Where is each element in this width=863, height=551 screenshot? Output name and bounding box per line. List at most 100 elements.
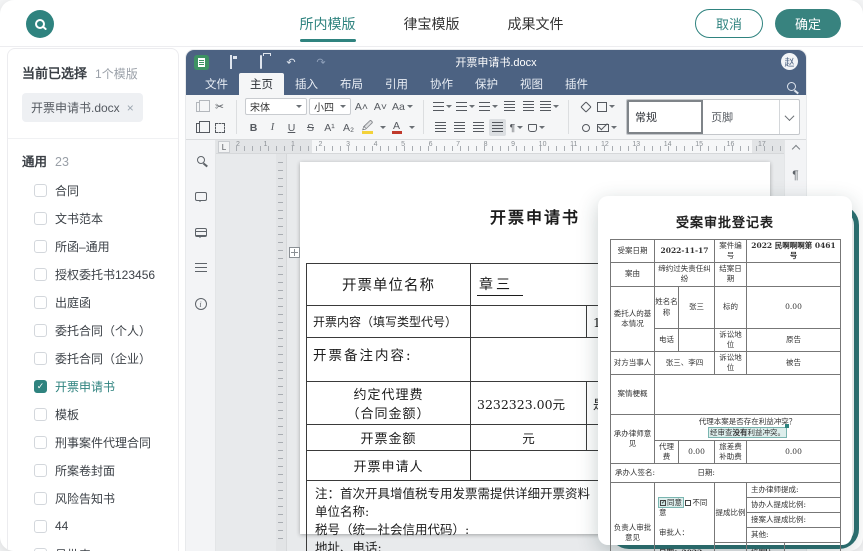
header-tab[interactable]: 所内模版	[298, 1, 358, 47]
checkbox[interactable]	[34, 436, 47, 449]
ribbon-menu-tab[interactable]: 保护	[464, 73, 509, 95]
outline-icon[interactable]	[193, 260, 209, 276]
checkbox[interactable]	[34, 492, 47, 505]
template-list-item[interactable]: 呈批表	[34, 540, 178, 551]
template-list-item[interactable]: 文书范本	[34, 204, 178, 232]
eraser-button[interactable]	[577, 98, 594, 115]
editor-search-icon[interactable]	[787, 82, 796, 91]
ribbon-menu-tab[interactable]: 协作	[419, 73, 464, 95]
align-center-button[interactable]	[451, 119, 468, 136]
strikethrough-button[interactable]: S	[302, 119, 319, 136]
font-color-dropdown-icon[interactable]	[409, 126, 415, 129]
find-icon[interactable]	[193, 152, 209, 168]
styles-expand-button[interactable]	[779, 100, 799, 134]
style-footer-label: 页脚	[711, 109, 733, 125]
opponent-value: 张三、李四	[655, 351, 715, 374]
select-button[interactable]	[211, 119, 228, 136]
font-name-select[interactable]: 宋体	[245, 98, 307, 115]
style-normal[interactable]: 常规	[627, 100, 703, 134]
highlight-dropdown-icon[interactable]	[380, 126, 386, 129]
ratio-label: 提成比例	[715, 483, 747, 543]
line-spacing-button[interactable]	[539, 98, 560, 115]
ribbon-menu-tab[interactable]: 引用	[374, 73, 419, 95]
template-list-item[interactable]: 出庭函	[34, 288, 178, 316]
template-list-item[interactable]: 委托合同（个人）	[34, 316, 178, 344]
change-case-button[interactable]: Aa	[391, 98, 414, 115]
template-list-item[interactable]: 刑事案件代理合同	[34, 428, 178, 456]
bold-button[interactable]: B	[245, 119, 262, 136]
subscript-button[interactable]: A₂	[340, 119, 357, 136]
cut-button[interactable]: ✂	[211, 98, 228, 115]
underline-button[interactable]: U	[283, 119, 300, 136]
header-tab[interactable]: 成果文件	[506, 1, 566, 47]
pilcrow-icon[interactable]: ¶	[792, 168, 798, 182]
page-color-button[interactable]	[596, 98, 616, 115]
style-normal-label: 常规	[635, 109, 657, 125]
mail-merge-button[interactable]	[596, 119, 618, 136]
tag-close-icon[interactable]: ×	[127, 101, 134, 115]
template-list-item[interactable]: 委托合同（企业）	[34, 344, 178, 372]
multilevel-list-button[interactable]	[478, 98, 499, 115]
cancel-button[interactable]: 取消	[695, 9, 763, 38]
checkbox[interactable]	[34, 184, 47, 197]
checkbox[interactable]	[34, 408, 47, 421]
ribbon-menu-tab[interactable]: 插件	[554, 73, 599, 95]
checkbox[interactable]	[34, 240, 47, 253]
template-list-item[interactable]: 所案卷封面	[34, 456, 178, 484]
highlight-color-button[interactable]: 🖉	[359, 119, 376, 136]
checkbox[interactable]	[34, 296, 47, 309]
styles-gallery: 常规 页脚	[626, 99, 800, 135]
table-move-handle[interactable]	[289, 247, 300, 258]
paste-button[interactable]	[192, 119, 209, 136]
italic-button[interactable]: I	[264, 119, 281, 136]
template-list-item[interactable]: 风险告知书	[34, 484, 178, 512]
template-list-item[interactable]: 模板	[34, 400, 178, 428]
template-list-item[interactable]: 授权委托书123456	[34, 260, 178, 288]
checkbox[interactable]	[34, 520, 47, 533]
template-list-item[interactable]: 开票申请书	[34, 372, 178, 400]
template-list-item[interactable]: 所函–通用	[34, 232, 178, 260]
paragraph-mark-button[interactable]: ¶	[508, 119, 525, 136]
ribbon-menu-tab[interactable]: 插入	[284, 73, 329, 95]
bullet-list-button[interactable]	[432, 98, 453, 115]
decrease-indent-button[interactable]	[501, 98, 518, 115]
increase-indent-button[interactable]	[520, 98, 537, 115]
checkbox[interactable]	[34, 464, 47, 477]
font-size-select[interactable]: 小四	[309, 98, 351, 115]
font-color-button[interactable]: A	[388, 119, 405, 136]
unit-label-cell: 开票单位名称	[307, 264, 471, 306]
template-list-item[interactable]: 44	[34, 512, 178, 540]
user-avatar[interactable]: 赵	[781, 53, 798, 70]
checkbox[interactable]	[34, 352, 47, 365]
ruler-number: 4	[374, 141, 378, 148]
checkbox[interactable]	[34, 268, 47, 281]
superscript-button[interactable]: A¹	[321, 119, 338, 136]
header-tab[interactable]: 律宝模版	[402, 1, 462, 47]
copy-button[interactable]	[192, 98, 209, 115]
shrink-font-button[interactable]: A˅	[372, 98, 389, 115]
ribbon-menu-tab[interactable]: 文件	[194, 73, 239, 95]
numbered-list-button[interactable]	[455, 98, 476, 115]
shading-button[interactable]	[527, 119, 546, 136]
scroll-up-icon[interactable]	[791, 145, 799, 153]
align-left-button[interactable]	[432, 119, 449, 136]
comment-icon[interactable]	[193, 188, 209, 204]
style-footer[interactable]: 页脚	[703, 100, 779, 134]
checkbox[interactable]	[34, 212, 47, 225]
justify-button[interactable]	[489, 119, 506, 136]
template-list-item[interactable]: 合同	[34, 176, 178, 204]
ribbon-menu-tab[interactable]: 布局	[329, 73, 374, 95]
comments-list-icon[interactable]	[193, 224, 209, 240]
template-item-label: 呈批表	[55, 546, 91, 551]
ribbon-menu-tab[interactable]: 视图	[509, 73, 554, 95]
info-icon[interactable]: i	[193, 296, 209, 312]
checkbox[interactable]	[34, 324, 47, 337]
format-painter-button[interactable]	[577, 119, 594, 136]
checkbox[interactable]	[34, 548, 47, 551]
tab-selector[interactable]: L	[218, 141, 230, 153]
ribbon-menu-tab[interactable]: 主页	[239, 73, 284, 95]
align-right-button[interactable]	[470, 119, 487, 136]
checkbox[interactable]	[34, 380, 47, 393]
confirm-button[interactable]: 确定	[775, 9, 841, 38]
grow-font-button[interactable]: A˄	[353, 98, 370, 115]
